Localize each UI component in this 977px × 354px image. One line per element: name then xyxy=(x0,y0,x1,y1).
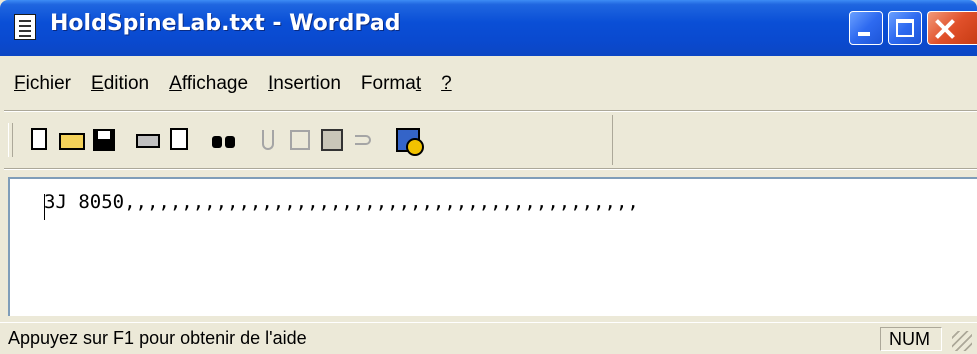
menu-toolbar-divider xyxy=(4,110,977,112)
menu-fichier[interactable]: Fichier xyxy=(4,70,81,100)
save-button[interactable] xyxy=(90,126,118,154)
status-help-text: Appuyez sur F1 pour obtenir de l'aide xyxy=(8,328,307,348)
document-editor[interactable]: 3J 8050,,,,,,,,,,,,,,,,,,,,,,,,,,,,,,,,,… xyxy=(8,177,977,316)
copy-icon xyxy=(290,130,310,150)
wordpad-window: HoldSpineLab.txt - WordPad Fichier Editi… xyxy=(0,0,977,354)
minimize-icon xyxy=(858,32,870,36)
print-button[interactable] xyxy=(134,126,162,154)
maximize-button[interactable] xyxy=(888,11,922,45)
cut-icon xyxy=(262,130,274,150)
new-button[interactable] xyxy=(26,126,54,154)
print-icon xyxy=(136,134,160,148)
title-bar[interactable]: HoldSpineLab.txt - WordPad xyxy=(0,0,977,56)
menu-affichage[interactable]: Affichage xyxy=(159,70,258,100)
toolbar-divider xyxy=(4,168,977,170)
maximize-icon xyxy=(896,19,914,37)
menu-insertion[interactable]: Insertion xyxy=(258,70,351,100)
date-time-button[interactable] xyxy=(394,126,424,156)
new-icon xyxy=(31,128,47,150)
document-text: 3J 8050,,,,,,,,,,,,,,,,,,,,,,,,,,,,,,,,,… xyxy=(44,191,639,213)
paste-icon xyxy=(321,129,343,151)
menu-help[interactable]: ? xyxy=(431,70,462,100)
open-button[interactable] xyxy=(58,126,86,154)
paste-button[interactable] xyxy=(318,126,346,154)
toolbar xyxy=(4,115,613,165)
print-preview-button[interactable] xyxy=(166,126,194,154)
minimize-button[interactable] xyxy=(849,11,883,45)
close-button[interactable] xyxy=(927,11,977,45)
window-title: HoldSpineLab.txt - WordPad xyxy=(50,11,401,36)
undo-button[interactable] xyxy=(350,126,378,154)
undo-icon xyxy=(355,135,371,145)
save-icon xyxy=(93,129,115,151)
copy-button[interactable] xyxy=(286,126,314,154)
date-time-icon xyxy=(396,128,424,156)
toolbar-grip[interactable] xyxy=(8,123,13,157)
cut-button[interactable] xyxy=(254,126,282,154)
num-lock-indicator: NUM xyxy=(880,327,942,351)
close-icon xyxy=(934,18,956,40)
find-icon xyxy=(212,136,236,150)
wordpad-app-icon[interactable] xyxy=(14,14,36,40)
menu-bar: Fichier Edition Affichage Insertion Form… xyxy=(4,70,462,100)
open-icon xyxy=(59,133,85,150)
status-bar: Appuyez sur F1 pour obtenir de l'aide NU… xyxy=(0,322,977,354)
menu-format[interactable]: Format xyxy=(351,70,431,100)
menu-edition[interactable]: Edition xyxy=(81,70,159,100)
resize-grip-icon[interactable] xyxy=(952,331,972,351)
find-button[interactable] xyxy=(210,126,238,154)
print-preview-icon xyxy=(170,128,188,150)
